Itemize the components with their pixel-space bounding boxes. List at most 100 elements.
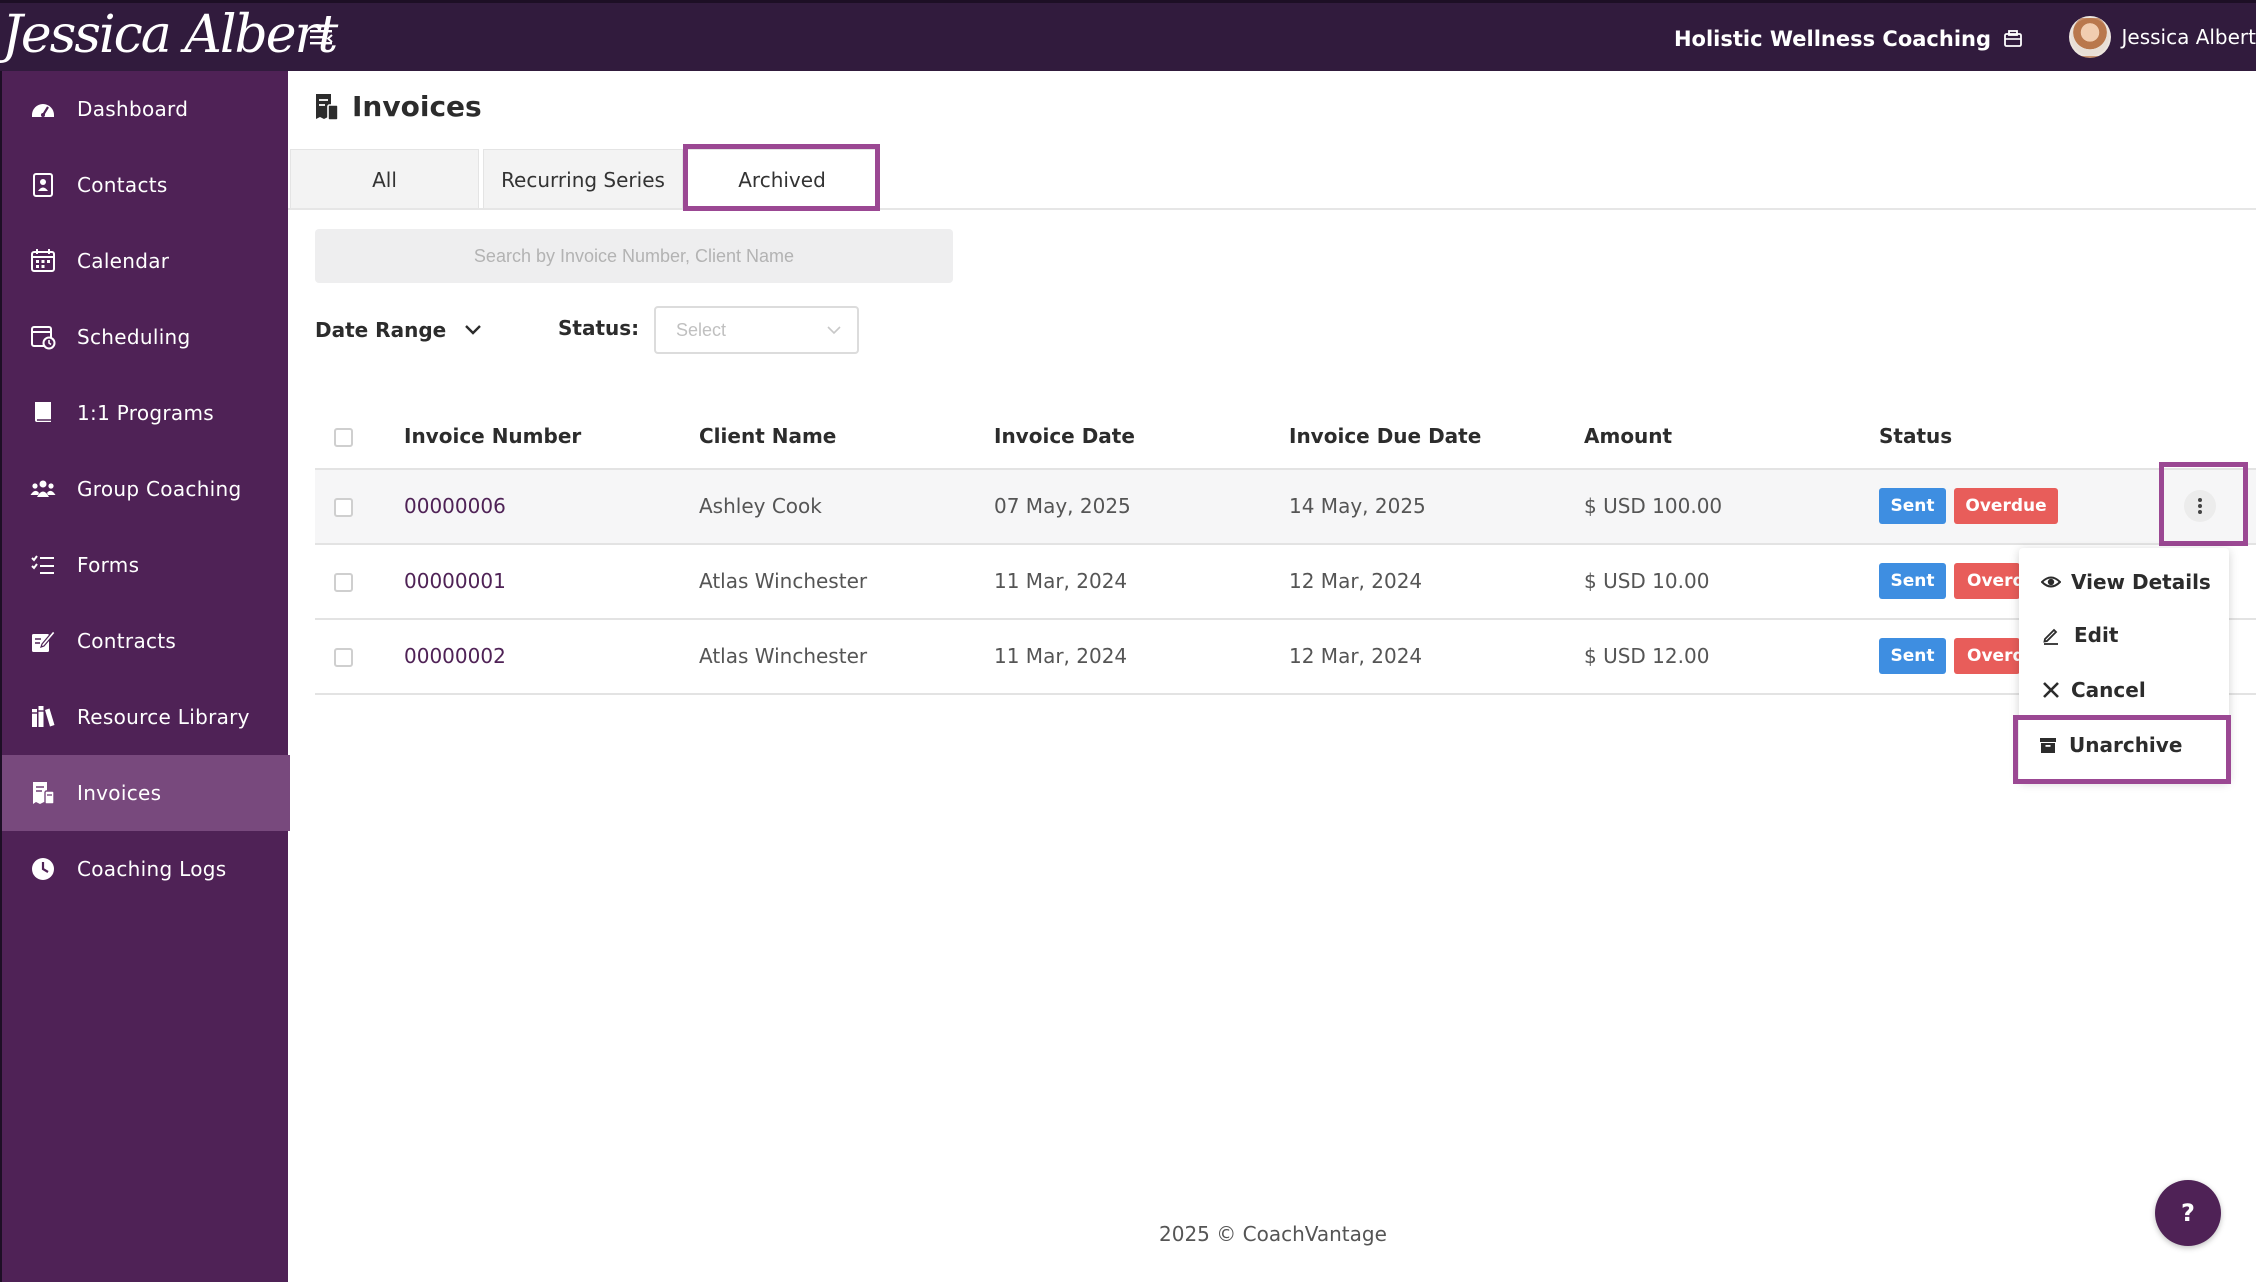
sidebar-item-contracts[interactable]: Contracts [2,603,290,679]
menu-item-label: Cancel [2071,678,2146,702]
user-menu[interactable]: Jessica Albert [2069,15,2256,59]
invoice-date: 11 Mar, 2024 [994,644,1128,668]
contacts-icon [33,173,53,197]
help-button[interactable]: ? [2155,1180,2221,1246]
row-actions-button[interactable] [2184,490,2216,522]
select-all-checkbox[interactable] [334,428,353,447]
table-row[interactable]: 00000002 Atlas Winchester 11 Mar, 2024 1… [315,618,2256,693]
organization-name: Holistic Wellness Coaching [1673,27,1991,51]
sidebar-item-label: Contacts [77,173,168,197]
sidebar-item-label: Dashboard [77,97,189,121]
invoice-amount: $ USD 100.00 [1584,494,1723,518]
group-icon [30,480,56,497]
app-window: Jessica Albert Holistic Wellness Coachin… [0,0,2256,1282]
invoice-number-link[interactable]: 00000006 [404,494,506,518]
user-name: Jessica Albert [2121,25,2256,49]
sidebar-item-label: Scheduling [77,325,191,349]
status-select-placeholder: Select [676,319,727,340]
status-badge-sent: Sent [1879,638,1946,674]
menu-toggle-icon[interactable] [309,27,335,51]
sidebar-item-forms[interactable]: Forms [2,527,290,603]
sidebar: Dashboard Contacts Calendar Scheduling 1… [0,71,290,1282]
row-checkbox[interactable] [334,573,353,592]
sidebar-item-label: Resource Library [77,705,250,729]
menu-item-label: Unarchive [2069,733,2183,757]
invoice-number-link[interactable]: 00000001 [404,569,506,593]
logo: Jessica Albert [2,5,338,65]
client-name: Ashley Cook [699,494,822,518]
status-badge-overdue: Overdue [1954,488,2058,524]
tab-label: Recurring Series [501,167,665,192]
column-header-client-name[interactable]: Client Name [699,424,836,448]
sidebar-item-programs[interactable]: 1:1 Programs [2,375,290,451]
menu-item-label: Edit [2074,623,2119,647]
date-range-filter[interactable]: Date Range [315,314,482,346]
date-range-label: Date Range [315,318,447,342]
sidebar-item-resource-library[interactable]: Resource Library [2,679,290,755]
sidebar-item-label: Calendar [77,249,170,273]
column-header-invoice-date[interactable]: Invoice Date [994,424,1135,448]
client-name: Atlas Winchester [699,644,868,668]
row-checkbox[interactable] [334,498,353,517]
sidebar-item-label: 1:1 Programs [77,401,214,425]
avatar [2069,16,2112,58]
invoice-icon [316,93,339,121]
tab-recurring-series[interactable]: Recurring Series [483,149,683,209]
sidebar-item-label: Invoices [77,781,162,805]
menu-item-view-details[interactable]: View Details [2019,558,2229,606]
table-row[interactable]: 00000006 Ashley Cook 07 May, 2025 14 May… [315,468,2256,543]
tab-archived[interactable]: Archived [687,149,877,209]
invoice-date: 11 Mar, 2024 [994,569,1128,593]
organization-switcher[interactable]: Holistic Wellness Coaching [1674,24,2023,54]
menu-item-cancel[interactable]: Cancel [2019,666,2229,714]
invoice-amount: $ USD 12.00 [1584,644,1710,668]
status-badge-sent: Sent [1879,488,1946,524]
column-header-status: Status [1879,424,1953,448]
top-bar: Jessica Albert Holistic Wellness Coachin… [0,0,2256,71]
table-bottom-border [315,693,2256,695]
status-badge-overdue: Overdue [1954,638,2020,674]
sidebar-item-contacts[interactable]: Contacts [2,147,290,223]
invoice-due-date: 12 Mar, 2024 [1289,644,1423,668]
menu-item-label: View Details [2071,570,2211,594]
sidebar-item-calendar[interactable]: Calendar [2,223,290,299]
column-header-amount[interactable]: Amount [1584,424,1672,448]
more-vertical-icon [2198,498,2202,514]
sidebar-item-group-coaching[interactable]: Group Coaching [2,451,290,527]
sidebar-item-coaching-logs[interactable]: Coaching Logs [2,831,290,907]
help-icon: ? [2181,1199,2195,1227]
sidebar-item-label: Forms [77,553,140,577]
status-select[interactable]: Select [654,306,859,354]
status-filter-label: Status: [558,316,640,340]
menu-item-unarchive[interactable]: Unarchive [2019,721,2229,769]
footer-copyright: 2025 © CoachVantage [1159,1222,1387,1246]
book-icon [35,402,51,422]
sidebar-item-label: Group Coaching [77,477,242,501]
row-actions-menu: View Details Edit Cancel Unarchive [2019,548,2229,781]
column-header-due-date[interactable]: Invoice Due Date [1289,424,1481,448]
scheduling-icon [31,326,56,350]
tab-label: Archived [738,167,826,192]
client-name: Atlas Winchester [699,569,868,593]
menu-item-edit[interactable]: Edit [2019,611,2229,659]
contract-icon [32,630,56,652]
search-input[interactable] [315,229,953,283]
page-title-text: Invoices [352,90,482,123]
eye-icon [2041,576,2061,588]
table-row[interactable]: 00000001 Atlas Winchester 11 Mar, 2024 1… [315,543,2256,618]
sidebar-item-scheduling[interactable]: Scheduling [2,299,290,375]
invoice-number-link[interactable]: 00000002 [404,644,506,668]
status-badge-sent: Sent [1879,563,1946,599]
forms-icon [31,555,54,574]
sidebar-item-invoices[interactable]: Invoices [2,755,290,831]
calendar-icon [31,249,55,272]
column-header-invoice-number[interactable]: Invoice Number [404,424,581,448]
pencil-icon [2043,628,2058,645]
page-title: Invoices [314,90,482,123]
sidebar-item-label: Contracts [77,629,177,653]
sidebar-item-dashboard[interactable]: Dashboard [2,71,290,147]
library-icon [32,706,55,727]
row-checkbox[interactable] [334,648,353,667]
chevron-down-icon [827,326,841,335]
tab-all[interactable]: All [290,149,479,209]
